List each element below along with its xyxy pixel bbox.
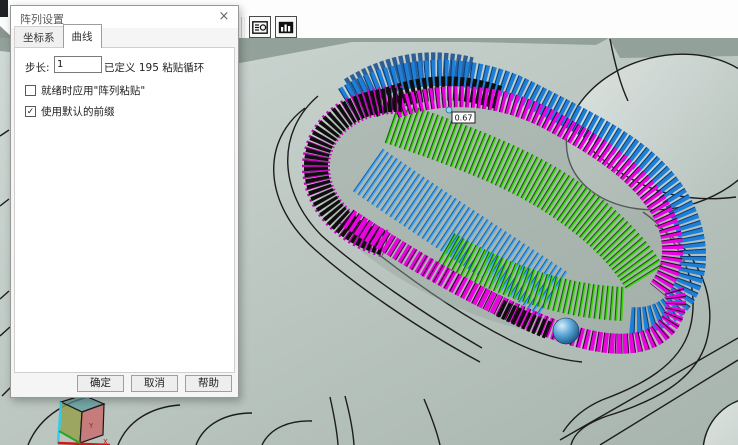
window-corner-sliver (0, 0, 8, 17)
close-icon[interactable]: × (216, 9, 232, 25)
dialog-titlebar[interactable]: 阵列设置 × (11, 6, 238, 28)
tab-coordinate-system[interactable]: 坐标系 (14, 26, 64, 48)
cube-y-label: Y (88, 422, 94, 430)
array-settings-dialog: 阵列设置 × 坐标系 曲线 步长: 已定义 195 粘贴循环 就绪时应用"阵列粘… (10, 5, 239, 398)
dialog-tabs: 坐标系 曲线 (14, 30, 101, 48)
tab-curve[interactable]: 曲线 (63, 24, 102, 48)
help-button[interactable]: 帮助 (185, 375, 232, 392)
curve-tab-page: 步长: 已定义 195 粘贴循环 就绪时应用"阵列粘贴" ✓ 使用默认的前缀 (14, 47, 235, 373)
histogram-button[interactable] (275, 16, 297, 38)
display-settings-button[interactable] (249, 16, 271, 38)
cancel-button[interactable]: 取消 (131, 375, 178, 392)
toolbar-separator (241, 17, 245, 38)
value-marker: 0.67 (452, 112, 475, 123)
checkbox-unchecked[interactable] (25, 85, 36, 96)
apply-array-paste-label: 就绪时应用"阵列粘贴" (41, 83, 145, 98)
value-marker-label: 0.67 (455, 114, 473, 123)
use-default-prefix-label: 使用默认的前缀 (41, 104, 115, 119)
use-default-prefix-checkbox[interactable]: ✓ 使用默认的前缀 (25, 104, 115, 119)
apply-array-paste-checkbox[interactable]: 就绪时应用"阵列粘贴" (25, 83, 145, 98)
display-settings-icon (252, 21, 268, 34)
cube-x-label: X (103, 438, 108, 445)
dialog-title: 阵列设置 (20, 11, 64, 27)
sphere-entity[interactable] (553, 318, 579, 344)
histogram-icon (278, 21, 294, 34)
checkbox-checked[interactable]: ✓ (25, 106, 36, 117)
point-marker (446, 107, 452, 113)
ok-button[interactable]: 确定 (77, 375, 124, 392)
step-length-input[interactable] (54, 56, 102, 73)
defined-loops-info: 已定义 195 粘贴循环 (104, 60, 204, 75)
step-length-label: 步长: (25, 60, 50, 75)
